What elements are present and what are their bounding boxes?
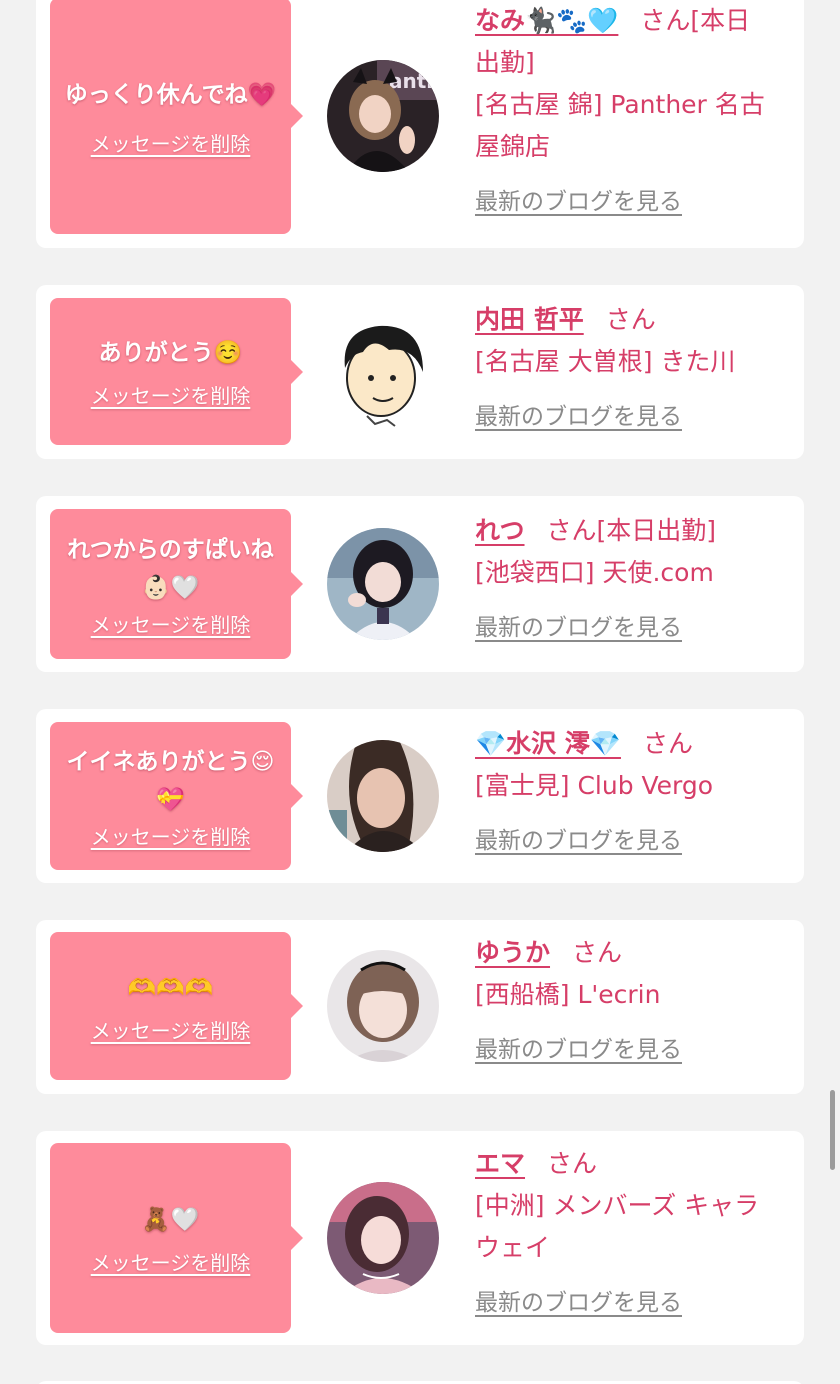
honorific: さん bbox=[547, 1149, 598, 1178]
sender-name-link[interactable]: エマ bbox=[475, 1149, 525, 1178]
latest-blog-link[interactable]: 最新のブログを見る bbox=[475, 608, 682, 642]
latest-blog-link[interactable]: 最新のブログを見る bbox=[475, 397, 682, 431]
message-bubble: 🧸🤍 メッセージを削除 bbox=[50, 1143, 303, 1333]
sender-name-link[interactable]: ゆうか bbox=[475, 938, 550, 967]
message-text: ありがとう☺️ bbox=[98, 340, 243, 366]
sender-info: 💎水沢 澪💎 さん [富士見] Club Vergo 最新のブログを見る bbox=[475, 723, 775, 855]
message-bubble: れつからのすぱいね👶🏻🤍 メッセージを削除 bbox=[50, 509, 303, 659]
message-text: 🧸🤍 bbox=[141, 1206, 200, 1233]
message-card: 🫶🫶🫶 メッセージを削除 ゆうか さん [西船橋] L'ecrin 最新のブログを… bbox=[36, 920, 804, 1094]
message-text: れつからのすぱいね👶🏻🤍 bbox=[67, 536, 274, 601]
shop-label: [富士見] Club Vergo bbox=[475, 771, 714, 800]
message-bubble: 🫶🫶🫶 メッセージを削除 bbox=[50, 932, 303, 1080]
shop-label: [西船橋] L'ecrin bbox=[475, 980, 661, 1009]
message-bubble: ゆっくり休んでね💗 メッセージを削除 bbox=[50, 0, 303, 234]
latest-blog-link[interactable]: 最新のブログを見る bbox=[475, 821, 682, 855]
message-card: ありがとう☺️ メッセージを削除 内田 哲平 さん [名古屋 大曽根] きた川 最… bbox=[36, 285, 804, 459]
honorific: さん bbox=[546, 516, 597, 545]
message-card: れつからのすぱいね👶🏻🤍 メッセージを削除 れつ さん[本日出勤] [池袋西口] … bbox=[36, 496, 804, 672]
sender-info: 内田 哲平 さん [名古屋 大曽根] きた川 最新のブログを見る bbox=[475, 299, 775, 431]
sender-info: なみ🐈‍⬛🐾🩵 さん[本日出勤] [名古屋 錦] Panther 名古屋錦店 最新… bbox=[475, 0, 775, 216]
message-card: 🧸🤍 メッセージを削除 エマ さん [中洲] メンバーズ キャラウェイ 最新のブロ… bbox=[36, 1131, 804, 1345]
message-text: ゆっくり休んでね💗 bbox=[64, 81, 277, 108]
latest-blog-link[interactable]: 最新のブログを見る bbox=[475, 1030, 682, 1064]
delete-message-button[interactable]: メッセージを削除 bbox=[91, 821, 251, 850]
scrollbar[interactable] bbox=[830, 1090, 835, 1170]
shop-label: [名古屋 錦] Panther 名古屋錦店 bbox=[475, 90, 765, 161]
avatar[interactable]: anthe bbox=[327, 60, 439, 172]
sender-name-link[interactable]: 内田 哲平 bbox=[475, 305, 584, 334]
sender-name-link[interactable]: なみ🐈‍⬛🐾🩵 bbox=[475, 6, 618, 35]
message-card: イイネありがとう😌💝 メッセージを削除 💎水沢 澪💎 さん [富士見] Club … bbox=[36, 709, 804, 883]
honorific: さん bbox=[640, 6, 691, 35]
delete-message-button[interactable]: メッセージを削除 bbox=[91, 1247, 251, 1276]
delete-message-button[interactable]: メッセージを削除 bbox=[91, 609, 251, 638]
message-text: 🫶🫶🫶 bbox=[127, 974, 214, 1001]
shop-label: [中洲] メンバーズ キャラウェイ bbox=[475, 1191, 760, 1262]
message-bubble: イイネありがとう😌💝 メッセージを削除 bbox=[50, 722, 303, 870]
avatar[interactable] bbox=[327, 528, 439, 640]
latest-blog-link[interactable]: 最新のブログを見る bbox=[475, 1283, 682, 1317]
avatar[interactable] bbox=[327, 316, 439, 428]
sender-info: れつ さん[本日出勤] [池袋西口] 天使.com 最新のブログを見る bbox=[475, 510, 775, 642]
sender-name-link[interactable]: れつ bbox=[475, 516, 525, 545]
message-card: ゆっくり休んでね💗 メッセージを削除 anthe なみ🐈‍⬛🐾🩵さん[本日出勤]… bbox=[36, 0, 804, 248]
delete-message-button[interactable]: メッセージを削除 bbox=[91, 380, 251, 409]
sender-info: ゆうか さん [西船橋] L'ecrin 最新のブログを見る bbox=[475, 932, 775, 1064]
avatar[interactable] bbox=[327, 740, 439, 852]
message-list: ゆっくり休んでね💗 メッセージを削除 anthe なみ🐈‍⬛🐾🩵さん[本日出勤]… bbox=[0, 0, 840, 1384]
honorific: さん bbox=[605, 305, 656, 334]
message-bubble: ありがとう☺️ メッセージを削除 bbox=[50, 298, 303, 445]
avatar[interactable] bbox=[327, 950, 439, 1062]
avatar[interactable] bbox=[327, 1182, 439, 1294]
sender-name-link[interactable]: 💎水沢 澪💎 bbox=[475, 729, 621, 758]
message-text: イイネありがとう😌💝 bbox=[66, 748, 275, 813]
honorific: さん bbox=[572, 938, 623, 967]
shop-label: [名古屋 大曽根] きた川 bbox=[475, 347, 736, 376]
delete-message-button[interactable]: メッセージを削除 bbox=[91, 128, 251, 157]
status-badge: [本日出勤] bbox=[596, 516, 717, 545]
sender-info: エマ さん [中洲] メンバーズ キャラウェイ 最新のブログを見る bbox=[475, 1143, 775, 1317]
honorific: さん bbox=[642, 729, 693, 758]
latest-blog-link[interactable]: 最新のブログを見る bbox=[475, 182, 682, 216]
shop-label: [池袋西口] 天使.com bbox=[475, 558, 714, 587]
delete-message-button[interactable]: メッセージを削除 bbox=[91, 1015, 251, 1044]
